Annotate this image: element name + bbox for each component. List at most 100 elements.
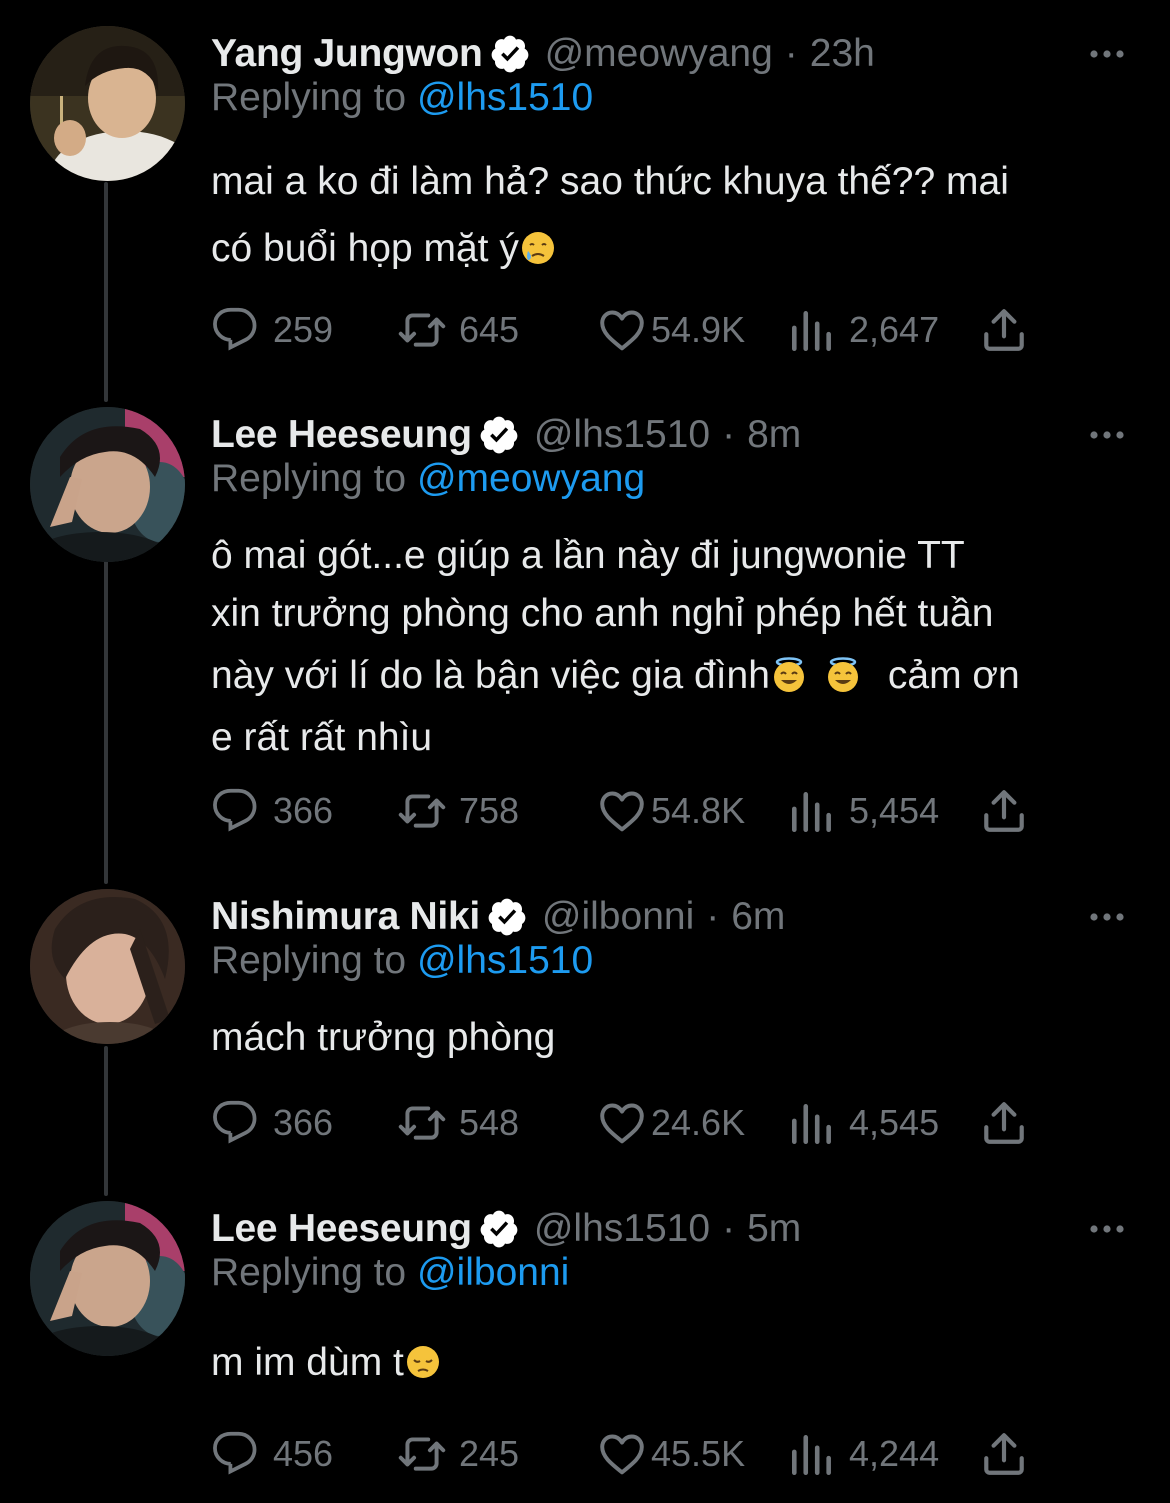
timestamp[interactable]: 23h [810,32,875,76]
user-handle[interactable]: @lhs1510 [534,1207,710,1251]
separator-dot: · [706,895,720,938]
tweet-text-line: m im dùm t [211,1333,442,1393]
tweet-actions: 366 548 24.6K 4,545 [211,1095,1051,1151]
tweet-text-line: e rất rất nhìu [211,716,433,759]
views-button[interactable]: 5,454 [787,783,939,839]
replying-to-mention-link[interactable]: @lhs1510 [417,939,593,982]
views-count: 2,647 [849,309,940,350]
share-button[interactable] [979,1426,1029,1482]
pensive-face-emoji-icon [404,1343,442,1381]
replying-to-mention-link[interactable]: @ilbonni [417,1251,569,1294]
display-name[interactable]: Lee Heeseung [211,1207,472,1251]
separator-dot: · [784,32,798,75]
like-count: 45.5K [651,1433,746,1474]
reply-count: 456 [273,1433,334,1474]
like-count: 54.8K [651,790,746,831]
tweet-text: ô mai gót...e giúp a lần này đi jungwoni… [211,527,1020,767]
retweet-button[interactable]: 245 [397,1426,519,1482]
views-icon [787,1098,837,1148]
tweet-actions: 366 758 54.8K 5,454 [211,783,1051,839]
tweet[interactable]: Nishimura Niki @ilbonni · 6m Replying to… [0,889,1170,1189]
replying-to-label: Replying to [211,1251,417,1294]
retweet-icon [397,1429,447,1479]
tweet-header: Lee Heeseung @lhs1510 · 5m [211,1201,801,1257]
tweet-text-segment: cảm ơn [887,654,1020,697]
timestamp[interactable]: 8m [747,413,801,457]
replying-to-line: Replying to @lhs1510 [211,939,593,983]
retweet-button[interactable]: 548 [397,1095,519,1151]
retweet-icon [397,1098,447,1148]
like-icon [597,1429,647,1479]
replying-to-mention-link[interactable]: @lhs1510 [417,76,593,119]
retweet-count: 548 [459,1102,520,1143]
verified-badge-icon [489,33,531,75]
tweet[interactable]: Lee Heeseung @lhs1510 · 8m Replying to @… [0,407,1170,847]
like-button[interactable]: 54.8K [597,783,745,839]
retweet-count: 245 [459,1433,520,1474]
views-icon [787,305,837,355]
verified-badge-icon [478,414,520,456]
share-icon [979,1429,1029,1479]
separator-dot: · [722,1207,736,1250]
tweet-text-segment: này với lí do là bận việc gia đình [211,654,770,697]
replying-to-label: Replying to [211,939,417,982]
retweet-button[interactable]: 645 [397,302,519,358]
reply-button[interactable]: 366 [211,783,333,839]
share-icon [979,305,1029,355]
like-icon [597,305,647,355]
reply-icon [211,786,261,836]
user-handle[interactable]: @lhs1510 [534,413,710,457]
user-handle[interactable]: @ilbonni [542,895,694,939]
retweet-icon [397,786,447,836]
avatar[interactable] [30,26,185,181]
like-icon [597,1098,647,1148]
reply-count: 366 [273,790,334,831]
like-button[interactable]: 24.6K [597,1095,745,1151]
views-button[interactable]: 2,647 [787,302,939,358]
more-options-icon[interactable] [1088,1215,1126,1243]
like-icon [597,786,647,836]
retweet-count: 645 [459,309,520,350]
tweet[interactable]: Yang Jungwon @meowyang · 23h Replying to… [0,26,1170,386]
avatar[interactable] [30,1201,185,1356]
replying-to-mention-link[interactable]: @meowyang [417,457,645,500]
timestamp[interactable]: 5m [747,1207,801,1251]
tweet[interactable]: Lee Heeseung @lhs1510 · 5m Replying to @… [0,1201,1170,1491]
tweet-text-line: có buổi họp mặt ý [211,215,1009,282]
more-options-icon[interactable] [1088,903,1126,931]
replying-to-label: Replying to [211,457,417,500]
views-icon [787,1429,837,1479]
share-button[interactable] [979,302,1029,358]
reply-count: 259 [273,309,334,350]
avatar[interactable] [30,407,185,562]
crying-face-emoji-icon [519,229,557,267]
share-button[interactable] [979,783,1029,839]
reply-button[interactable]: 366 [211,1095,333,1151]
replying-to-line: Replying to @lhs1510 [211,76,593,120]
replying-to-label: Replying to [211,76,417,119]
tweet-header: Nishimura Niki @ilbonni · 6m [211,889,785,945]
display-name[interactable]: Yang Jungwon [211,32,483,76]
reply-button[interactable]: 259 [211,302,333,358]
views-button[interactable]: 4,244 [787,1426,939,1482]
like-button[interactable]: 54.9K [597,302,745,358]
user-handle[interactable]: @meowyang [545,32,773,76]
retweet-button[interactable]: 758 [397,783,519,839]
display-name[interactable]: Lee Heeseung [211,413,472,457]
timestamp[interactable]: 6m [731,895,785,939]
reply-count: 366 [273,1102,334,1143]
avatar[interactable] [30,889,185,1044]
share-button[interactable] [979,1095,1029,1151]
views-button[interactable]: 4,545 [787,1095,939,1151]
more-options-icon[interactable] [1088,40,1126,68]
tweet-text-line: mách trưởng phòng [211,1016,556,1059]
tweet-actions: 259 645 54.9K 2,647 [211,302,1051,358]
like-count: 54.9K [651,309,746,350]
display-name[interactable]: Nishimura Niki [211,895,480,939]
like-button[interactable]: 45.5K [597,1426,745,1482]
tweet-header: Lee Heeseung @lhs1510 · 8m [211,407,801,463]
halo-face-emoji-icon [770,656,808,694]
tweet-header: Yang Jungwon @meowyang · 23h [211,26,875,82]
reply-button[interactable]: 456 [211,1426,333,1482]
more-options-icon[interactable] [1088,421,1126,449]
